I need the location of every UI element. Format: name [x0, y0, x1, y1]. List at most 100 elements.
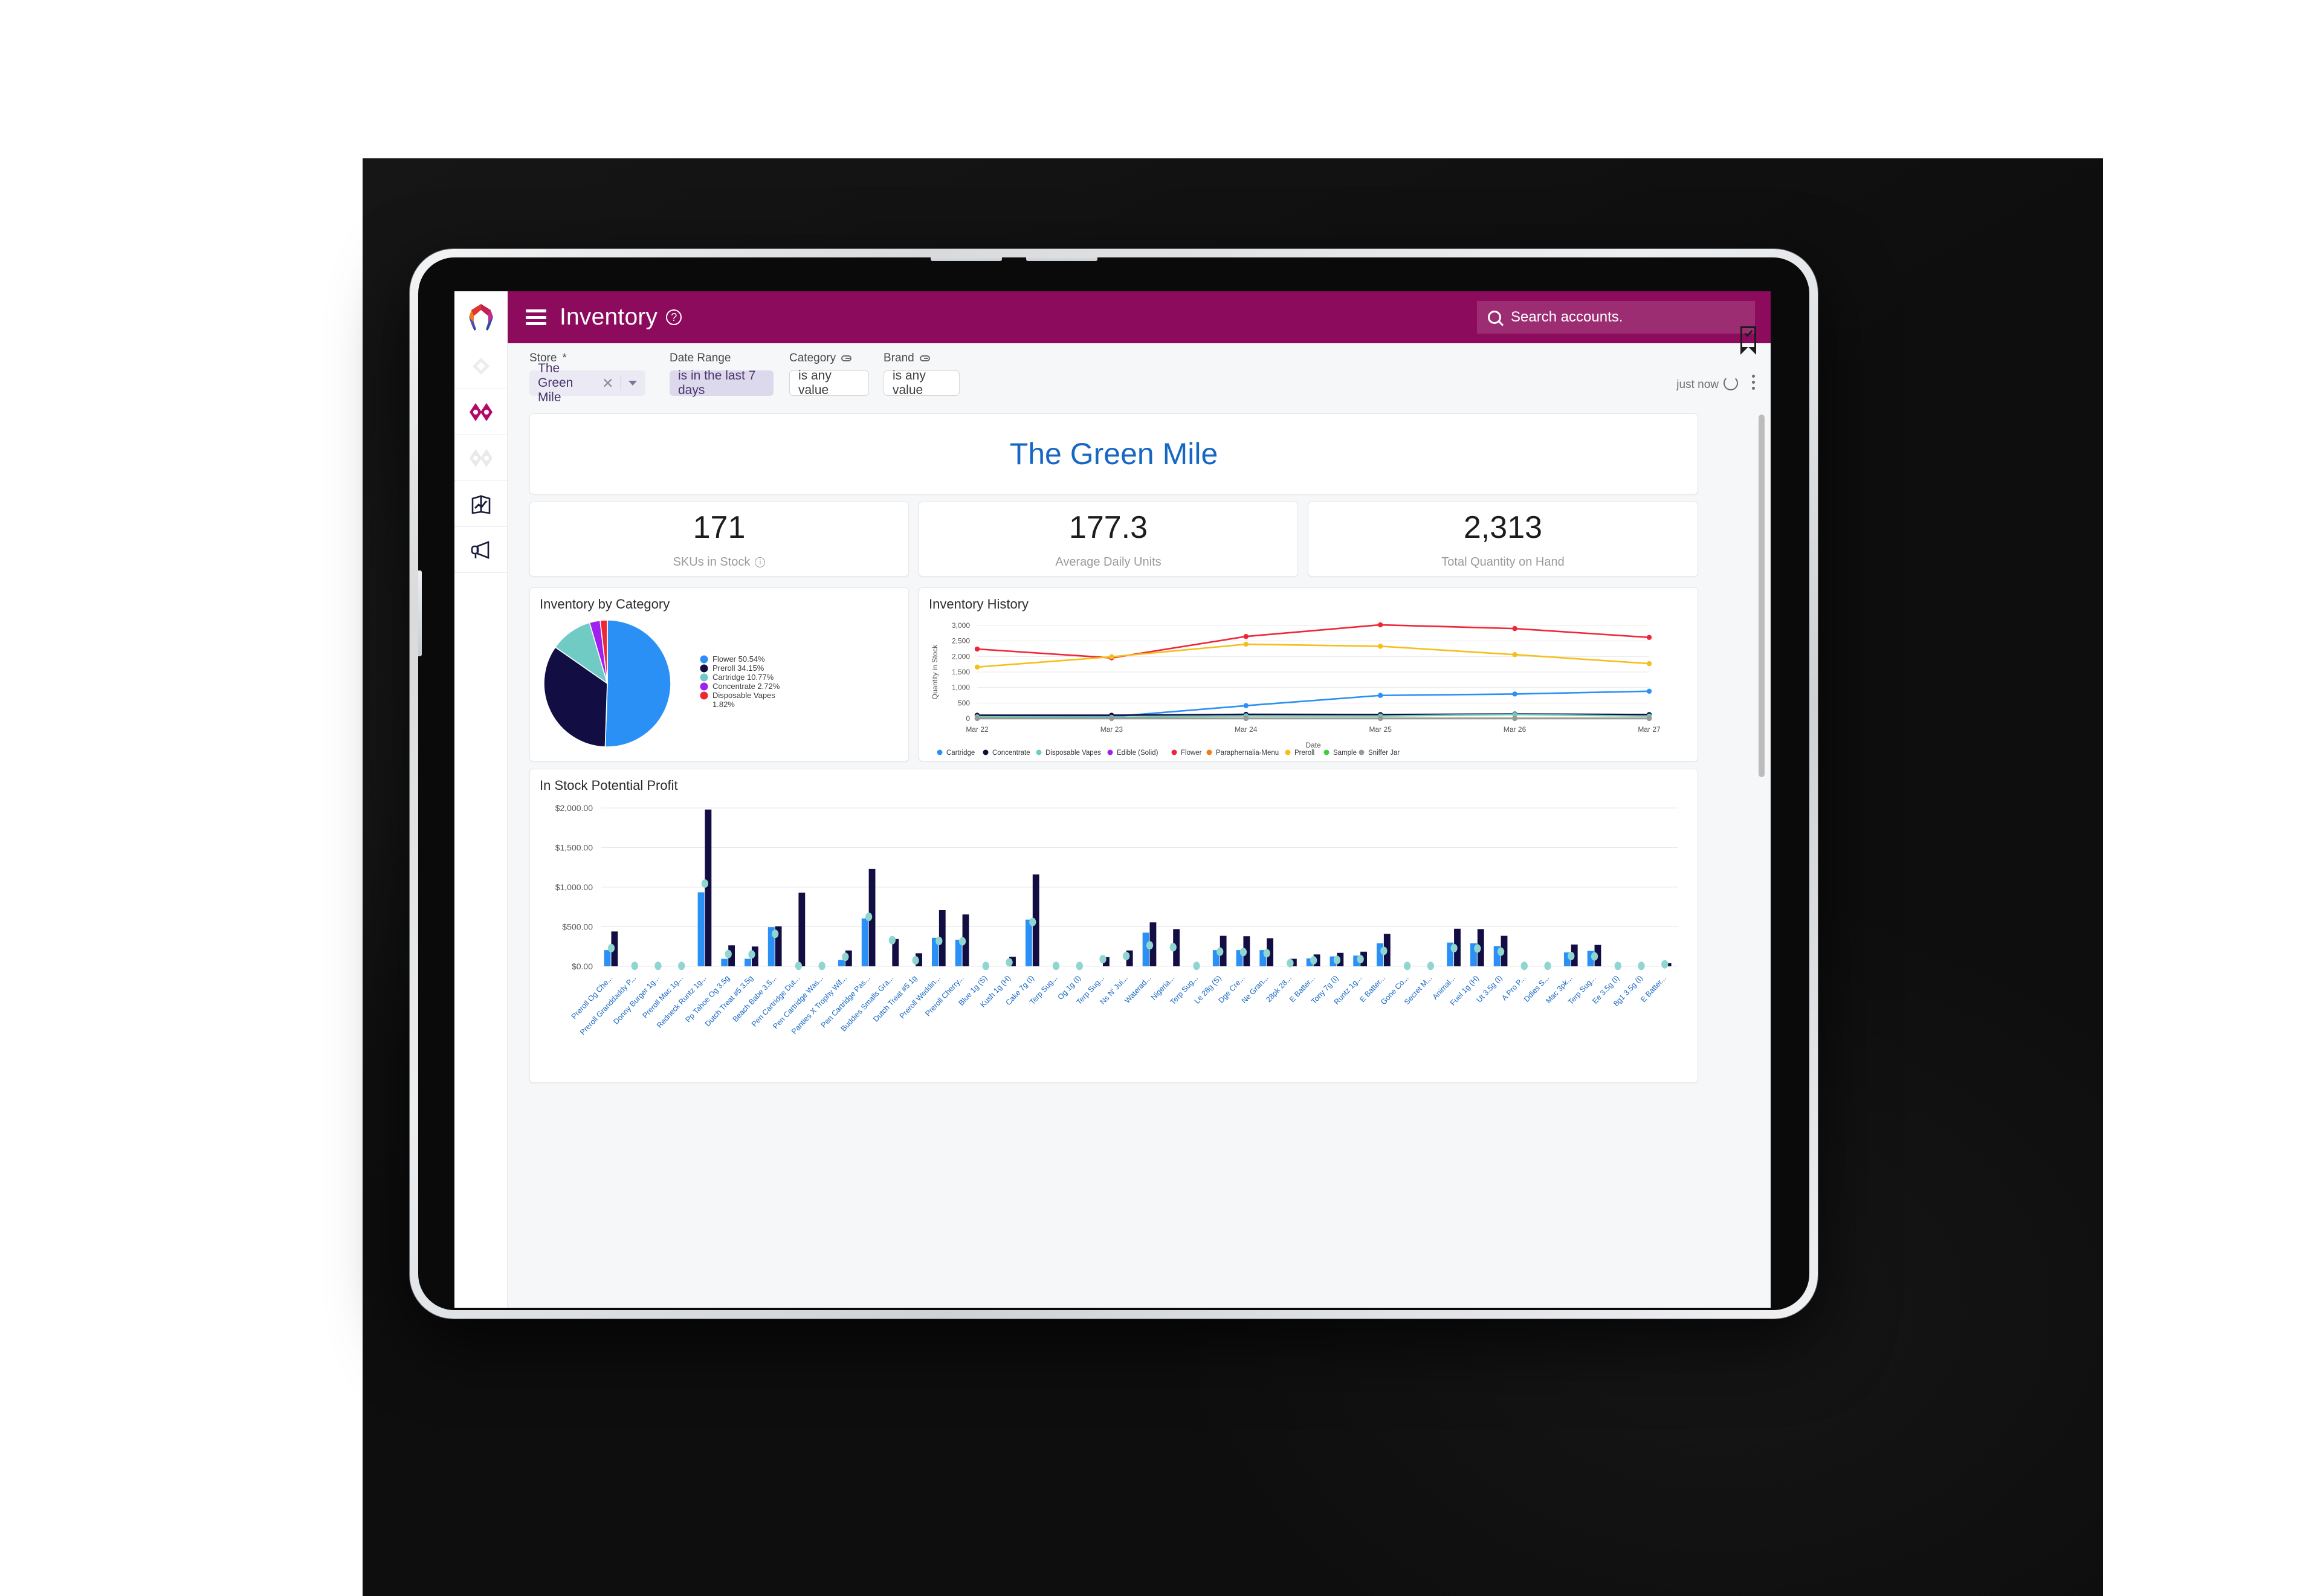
data-point[interactable]: [1109, 654, 1114, 660]
kebab-menu-icon[interactable]: [1752, 375, 1755, 390]
dot-marker[interactable]: [1263, 949, 1270, 958]
dot-marker[interactable]: [1614, 961, 1621, 971]
filter-category[interactable]: Category is any value: [789, 352, 869, 397]
dot-marker[interactable]: [1638, 961, 1645, 971]
data-point[interactable]: [1512, 716, 1517, 722]
data-point[interactable]: [1646, 688, 1652, 694]
dot-marker[interactable]: [1169, 943, 1177, 952]
vertical-scrollbar[interactable]: [1759, 415, 1765, 777]
dot-marker[interactable]: [1287, 958, 1294, 968]
bar[interactable]: [1142, 932, 1149, 966]
data-point[interactable]: [1512, 625, 1517, 632]
chevron-down-icon[interactable]: [628, 381, 637, 386]
dot-marker[interactable]: [678, 961, 685, 971]
pie-slice[interactable]: [604, 619, 671, 748]
dot-marker[interactable]: [1568, 951, 1575, 960]
data-point[interactable]: [1378, 716, 1383, 722]
data-point[interactable]: [1646, 635, 1652, 640]
data-point[interactable]: [1646, 661, 1652, 667]
sidebar-item-diamond[interactable]: [454, 343, 507, 389]
dot-marker[interactable]: [1216, 947, 1224, 956]
bar[interactable]: [838, 960, 845, 966]
sidebar-item-reports[interactable]: [454, 389, 507, 435]
dot-marker[interactable]: [1029, 917, 1036, 926]
question-mark-circle-icon[interactable]: ?: [666, 309, 682, 325]
power-button[interactable]: [931, 257, 1002, 261]
dot-marker[interactable]: [958, 937, 966, 946]
line-chart[interactable]: 0 500 1,000 1,500 2,000 2,500 3,000 Quantity in…: [919, 612, 1698, 763]
dot-marker[interactable]: [1497, 947, 1505, 956]
data-point[interactable]: [1243, 641, 1249, 647]
bookmark-check-icon[interactable]: [1740, 326, 1756, 355]
dot-marker[interactable]: [888, 935, 896, 945]
dot-marker[interactable]: [631, 961, 638, 971]
dot-marker[interactable]: [1474, 944, 1481, 953]
line-series[interactable]: [977, 690, 1650, 718]
filter-category-value[interactable]: is any value: [789, 369, 869, 397]
data-point[interactable]: [1109, 716, 1114, 722]
filter-date-range[interactable]: Date Range is in the last 7 days: [670, 352, 774, 397]
dot-marker[interactable]: [982, 961, 989, 971]
data-point[interactable]: [1378, 622, 1383, 628]
data-point[interactable]: [1243, 716, 1249, 722]
bar[interactable]: [861, 918, 868, 966]
dot-marker[interactable]: [1052, 961, 1060, 971]
bar[interactable]: [798, 893, 806, 966]
dot-marker[interactable]: [1661, 960, 1669, 969]
dot-marker[interactable]: [1193, 961, 1200, 971]
data-point[interactable]: [974, 716, 980, 722]
filter-store[interactable]: Store * The Green Mile ✕: [529, 352, 645, 404]
dot-marker[interactable]: [1333, 955, 1341, 964]
dot-marker[interactable]: [1310, 956, 1317, 965]
dot-marker[interactable]: [1076, 961, 1083, 971]
filter-date-range-value[interactable]: is in the last 7 days: [670, 369, 774, 397]
bar[interactable]: [705, 809, 712, 966]
bar[interactable]: [745, 958, 751, 966]
sidebar-item-analytics[interactable]: [454, 481, 507, 527]
dot-marker[interactable]: [818, 961, 825, 971]
bar-chart[interactable]: $0.00 $500.00 $1,000.00 $1,500.00 $2,000.00 P…: [530, 793, 1698, 1084]
dot-marker[interactable]: [1450, 943, 1458, 952]
dot-marker[interactable]: [1357, 955, 1364, 964]
data-point[interactable]: [1646, 716, 1652, 722]
sidebar-item-explore[interactable]: [454, 435, 507, 481]
dot-marker[interactable]: [772, 929, 779, 939]
info-icon[interactable]: i: [755, 557, 766, 567]
pie-chart[interactable]: Flower 50.54%Preroll 34.15%Cartridge 10.…: [530, 612, 908, 761]
bar[interactable]: [1025, 919, 1032, 966]
data-point[interactable]: [1378, 644, 1383, 649]
data-point[interactable]: [1243, 703, 1249, 708]
volume-button[interactable]: [1026, 257, 1097, 261]
data-point[interactable]: [974, 664, 980, 670]
dot-marker[interactable]: [1403, 961, 1411, 971]
dot-marker[interactable]: [1427, 961, 1435, 971]
line-series[interactable]: [977, 624, 1650, 659]
dot-marker[interactable]: [748, 950, 755, 959]
dot-marker[interactable]: [725, 949, 732, 958]
clear-icon[interactable]: ✕: [602, 375, 613, 392]
dot-marker[interactable]: [865, 913, 873, 922]
dot-marker[interactable]: [1006, 958, 1013, 967]
bar[interactable]: [697, 892, 705, 966]
data-point[interactable]: [1512, 652, 1517, 657]
data-point[interactable]: [1512, 691, 1517, 697]
filter-store-value[interactable]: The Green Mile ✕: [529, 361, 645, 404]
data-point[interactable]: [1243, 634, 1249, 639]
dot-marker[interactable]: [912, 956, 919, 965]
data-point[interactable]: [1378, 693, 1383, 698]
dot-marker[interactable]: [1146, 941, 1154, 950]
dot-marker[interactable]: [1380, 946, 1388, 955]
dot-marker[interactable]: [1239, 948, 1247, 957]
sidebar-item-announcements[interactable]: [454, 527, 507, 573]
bar[interactable]: [721, 958, 728, 966]
dot-marker[interactable]: [701, 879, 709, 888]
dot-marker[interactable]: [1591, 952, 1598, 961]
filter-brand-value[interactable]: is any value: [884, 369, 960, 397]
bar[interactable]: [1377, 943, 1383, 966]
dot-marker[interactable]: [1123, 951, 1130, 960]
dot-marker[interactable]: [1544, 961, 1551, 971]
dot-marker[interactable]: [935, 937, 943, 946]
dot-marker[interactable]: [842, 952, 849, 961]
data-point[interactable]: [974, 646, 980, 652]
refresh-icon[interactable]: [1724, 376, 1738, 390]
